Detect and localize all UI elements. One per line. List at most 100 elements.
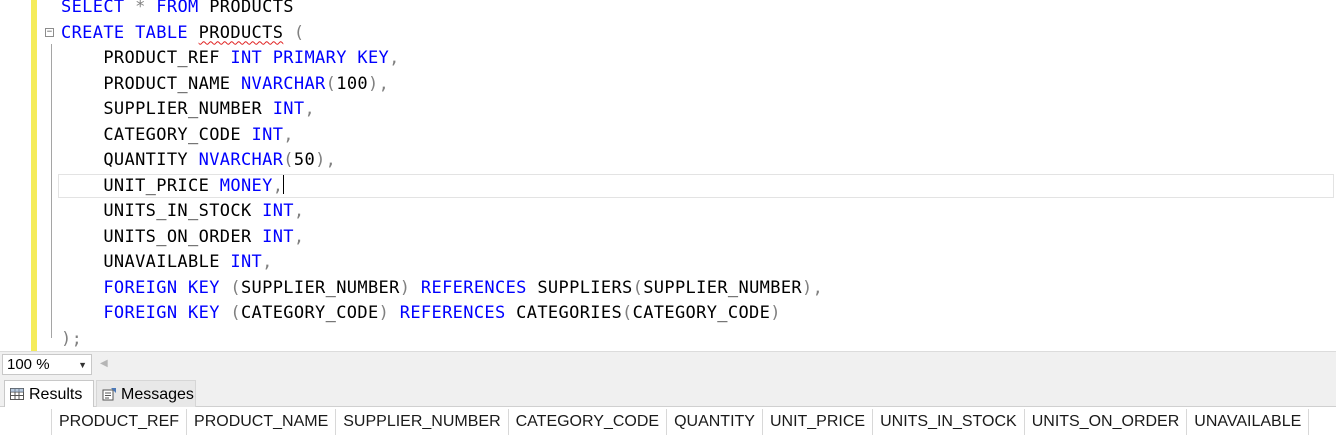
code-token: ) xyxy=(378,303,400,323)
column-header[interactable]: SUPPLIER_NUMBER xyxy=(336,409,509,435)
code-token: CREATE TABLE xyxy=(61,22,189,43)
messages-icon xyxy=(102,388,116,401)
code-token: * xyxy=(124,0,157,17)
code-token: ( xyxy=(622,303,633,323)
grid-icon xyxy=(10,388,24,400)
code-line: QUANTITY NVARCHAR(50), xyxy=(61,148,336,173)
scroll-left-icon[interactable]: ◀ xyxy=(100,357,112,371)
code-token: PRODUCT_REF xyxy=(61,48,231,68)
code-line: CATEGORY_CODE INT, xyxy=(61,123,294,148)
code-token: , xyxy=(283,124,294,145)
tab-messages[interactable]: Messages xyxy=(96,380,196,407)
code-token: SELECT xyxy=(61,0,125,17)
code-token: REFERENCES xyxy=(399,303,506,323)
code-token: UNITS_IN_STOCK xyxy=(61,201,263,221)
code-token: MONEY xyxy=(219,175,273,196)
code-token: 50 xyxy=(293,150,316,170)
query-editor[interactable]: − SELECT * FROM PRODUCTS CREATE TABLE PRO… xyxy=(0,0,1336,351)
code-token: , xyxy=(272,175,284,196)
code-line: ); xyxy=(61,327,82,352)
code-token: ( xyxy=(632,277,644,298)
code-token: ( xyxy=(219,277,241,298)
code-token: , xyxy=(293,226,305,247)
tab-results-label: Results xyxy=(29,385,83,403)
column-header[interactable]: UNITS_IN_STOCK xyxy=(873,409,1025,435)
code-token: ( xyxy=(219,303,241,323)
outline-guide xyxy=(51,44,52,338)
code-token: INT xyxy=(262,226,294,247)
code-token: FOREIGN KEY xyxy=(103,277,220,298)
code-token: INT PRIMARY KEY xyxy=(230,48,390,68)
code-token: 100 xyxy=(336,73,368,94)
code-token: UNAVAILABLE xyxy=(61,252,231,272)
code-token: CATEGORY_CODE xyxy=(240,303,379,323)
column-header[interactable]: QUANTITY xyxy=(667,409,763,435)
code-token: SUPPLIER_NUMBER xyxy=(643,277,802,298)
code-token: FOREIGN KEY xyxy=(103,303,220,323)
dropdown-arrow-icon[interactable]: ▼ xyxy=(78,356,87,375)
code-line: FOREIGN KEY (SUPPLIER_NUMBER) REFERENCES… xyxy=(61,276,823,301)
code-token: INT xyxy=(230,252,263,272)
code-line: UNITS_ON_ORDER INT, xyxy=(61,225,304,250)
code-token: , xyxy=(293,201,305,221)
code-token: ( xyxy=(283,150,294,170)
code-token: FROM xyxy=(156,0,199,17)
code-token: ( xyxy=(283,22,305,43)
code-token: ( xyxy=(325,73,337,94)
zoom-select[interactable]: 100 % ▼ xyxy=(2,354,92,375)
code-token: INT xyxy=(272,99,305,119)
column-header[interactable]: UNITS_ON_ORDER xyxy=(1024,409,1188,435)
column-header[interactable]: UNAVAILABLE xyxy=(1187,409,1310,435)
code-token: , xyxy=(262,252,273,272)
results-grid: PRODUCT_REF PRODUCT_NAME SUPPLIER_NUMBER CA… xyxy=(0,407,1336,435)
grid-corner[interactable] xyxy=(6,409,52,435)
code-line: FOREIGN KEY (CATEGORY_CODE) REFERENCES C… xyxy=(61,301,781,326)
text-caret xyxy=(283,174,285,194)
tab-results[interactable]: Results xyxy=(4,380,94,407)
code-token: SUPPLIER_NUMBER xyxy=(61,99,273,119)
code-token: NVARCHAR xyxy=(240,73,326,94)
code-token: PRODUCT_NAME xyxy=(61,73,241,94)
code-line: SUPPLIER_NUMBER INT, xyxy=(61,97,315,122)
editor-margin xyxy=(0,0,31,351)
code-line: SELECT * FROM PRODUCTS xyxy=(61,0,294,20)
code-token: UNIT_PRICE xyxy=(61,175,220,196)
code-token: CATEGORY_CODE xyxy=(632,303,771,323)
code-line: PRODUCT_NAME NVARCHAR(100), xyxy=(61,72,389,97)
code-line: UNIT_PRICE MONEY, xyxy=(61,174,285,199)
code-line: CREATE TABLE PRODUCTS ( xyxy=(61,21,304,46)
code-token: PRODUCTS xyxy=(198,22,284,43)
code-token: UNITS_ON_ORDER xyxy=(61,226,263,247)
code-token: SUPPLIER_NUMBER xyxy=(240,277,400,298)
zoom-value: 100 % xyxy=(7,356,50,373)
code-token: ); xyxy=(61,328,83,349)
code-line: UNITS_IN_STOCK INT, xyxy=(61,199,304,224)
editor-status-bar: 100 % ▼ ◀ xyxy=(0,351,1336,377)
code-token: SUPPLIERS xyxy=(526,277,633,298)
code-token: , xyxy=(304,99,316,119)
column-header[interactable]: CATEGORY_CODE xyxy=(508,409,668,435)
column-header[interactable]: PRODUCT_REF xyxy=(52,409,188,435)
grid-header-row: PRODUCT_REF PRODUCT_NAME SUPPLIER_NUMBER CA… xyxy=(52,409,1310,435)
tab-messages-label: Messages xyxy=(121,385,194,403)
collapse-outline-icon[interactable]: − xyxy=(45,28,54,37)
code-line: UNAVAILABLE INT, xyxy=(61,250,273,275)
code-token: REFERENCES xyxy=(420,277,527,298)
code-line: PRODUCT_REF INT PRIMARY KEY, xyxy=(61,46,400,71)
change-tracking-bar xyxy=(31,0,37,351)
code-token: , xyxy=(389,48,400,68)
code-token: PRODUCTS xyxy=(198,0,294,17)
code-token: INT xyxy=(251,124,284,145)
code-token: NVARCHAR xyxy=(198,150,284,170)
code-token: ) xyxy=(399,277,421,298)
code-token: QUANTITY xyxy=(61,150,199,170)
code-token: ), xyxy=(368,73,390,94)
column-header[interactable]: PRODUCT_NAME xyxy=(187,409,337,435)
code-token: ), xyxy=(315,150,337,170)
code-token: ) xyxy=(770,303,781,323)
column-header[interactable]: UNIT_PRICE xyxy=(762,409,874,435)
code-token: CATEGORIES xyxy=(505,303,623,323)
code-token: CATEGORY_CODE xyxy=(61,124,252,145)
